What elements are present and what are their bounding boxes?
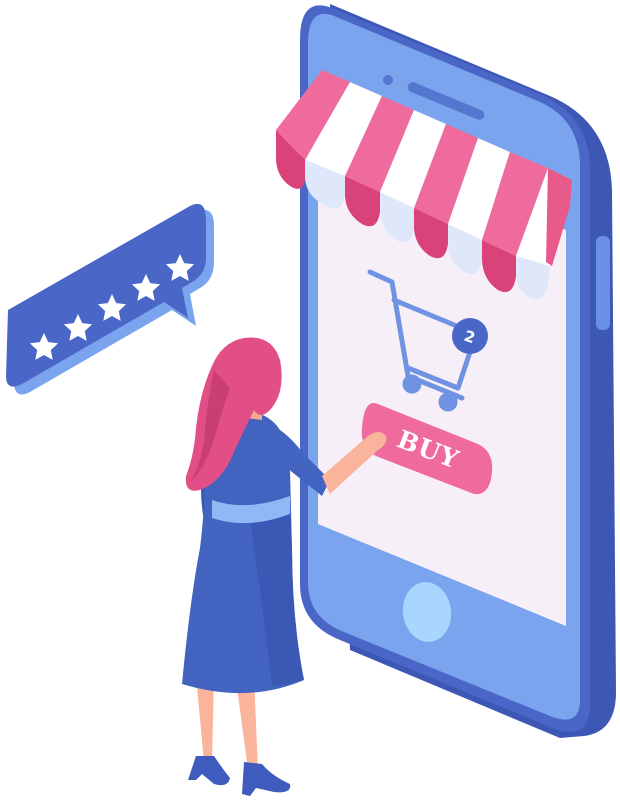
ecommerce-illustration: 2 BUY	[6, 4, 616, 796]
cart-badge: 2	[452, 318, 488, 354]
right-shoe	[242, 762, 291, 796]
phone-side-button[interactable]	[596, 236, 610, 330]
left-shoe	[188, 756, 230, 786]
phone-camera	[383, 75, 393, 85]
